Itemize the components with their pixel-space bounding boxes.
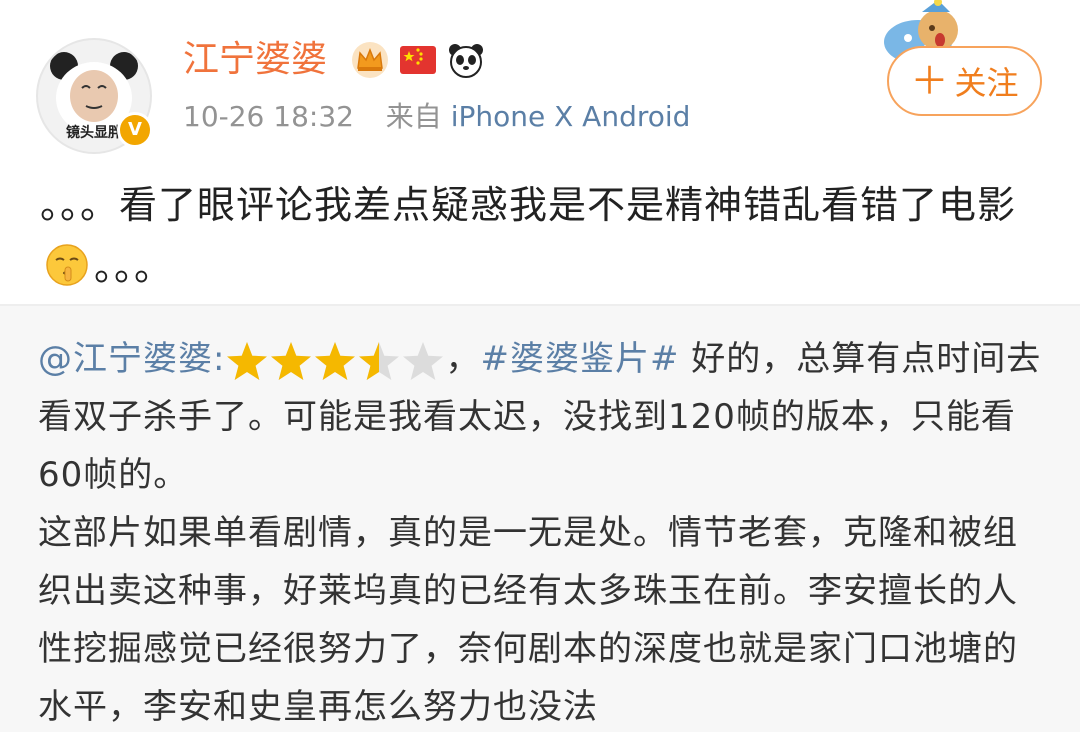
hashtag-link[interactable]: #婆婆鉴片# (480, 339, 679, 379)
plus-icon: ＋ (910, 59, 949, 103)
repost-paragraph-1: @江宁婆婆: ，#婆婆鉴片# 好的，总算有点时间去看双子杀手了。可能是我看太迟，… (38, 330, 1048, 504)
repost-text: @江宁婆婆: ，#婆婆鉴片# 好的，总算有点时间去看双子杀手了。可能是我看太迟，… (38, 330, 1048, 736)
panda-icon[interactable] (446, 40, 486, 80)
post-text: 。。。看了眼评论我差点疑惑我是不是精神错乱看错了电影 。。。 (40, 174, 1040, 298)
user-badges (350, 40, 486, 80)
repost-card[interactable]: @江宁婆婆: ，#婆婆鉴片# 好的，总算有点时间去看双子杀手了。可能是我看太迟，… (0, 306, 1080, 732)
rating-star (227, 342, 268, 380)
rating-star (271, 342, 312, 380)
post-text-part1: 。。。看了眼评论我差点疑惑我是不是精神错乱看错了电影 (40, 183, 1017, 227)
rating-star (315, 342, 356, 380)
shush-face-emoji-icon (44, 242, 90, 288)
weibo-post: 镜头显胖 V 江宁婆婆 10-26 18:32 来自 iPhone X Andr… (0, 0, 1080, 304)
repost-paragraph-2: 这部片如果单看剧情，真的是一无是处。情节老套，克隆和被组织出卖这种事，好莱坞真的… (38, 513, 1018, 727)
timestamp: 10-26 18:32 (183, 100, 354, 133)
username[interactable]: 江宁婆婆 (183, 38, 327, 82)
crown-icon[interactable] (350, 40, 390, 80)
rating-stars (225, 340, 445, 386)
follow-button[interactable]: ＋ 关注 (887, 46, 1042, 116)
mention-colon: : (213, 339, 226, 379)
post-text-part2: 。。。 (94, 245, 174, 289)
post-meta: 10-26 18:32 来自 iPhone X Android (183, 98, 690, 136)
rating-star (359, 342, 400, 380)
mention-link[interactable]: @江宁婆婆 (38, 339, 213, 379)
rating-star (403, 342, 444, 380)
rating-comma: ， (445, 339, 481, 379)
follow-label: 关注 (954, 64, 1019, 102)
china-flag-icon[interactable] (398, 40, 438, 80)
verified-badge: V (117, 112, 153, 148)
source-prefix: 来自 (385, 100, 442, 133)
source-device[interactable]: iPhone X Android (451, 100, 691, 133)
